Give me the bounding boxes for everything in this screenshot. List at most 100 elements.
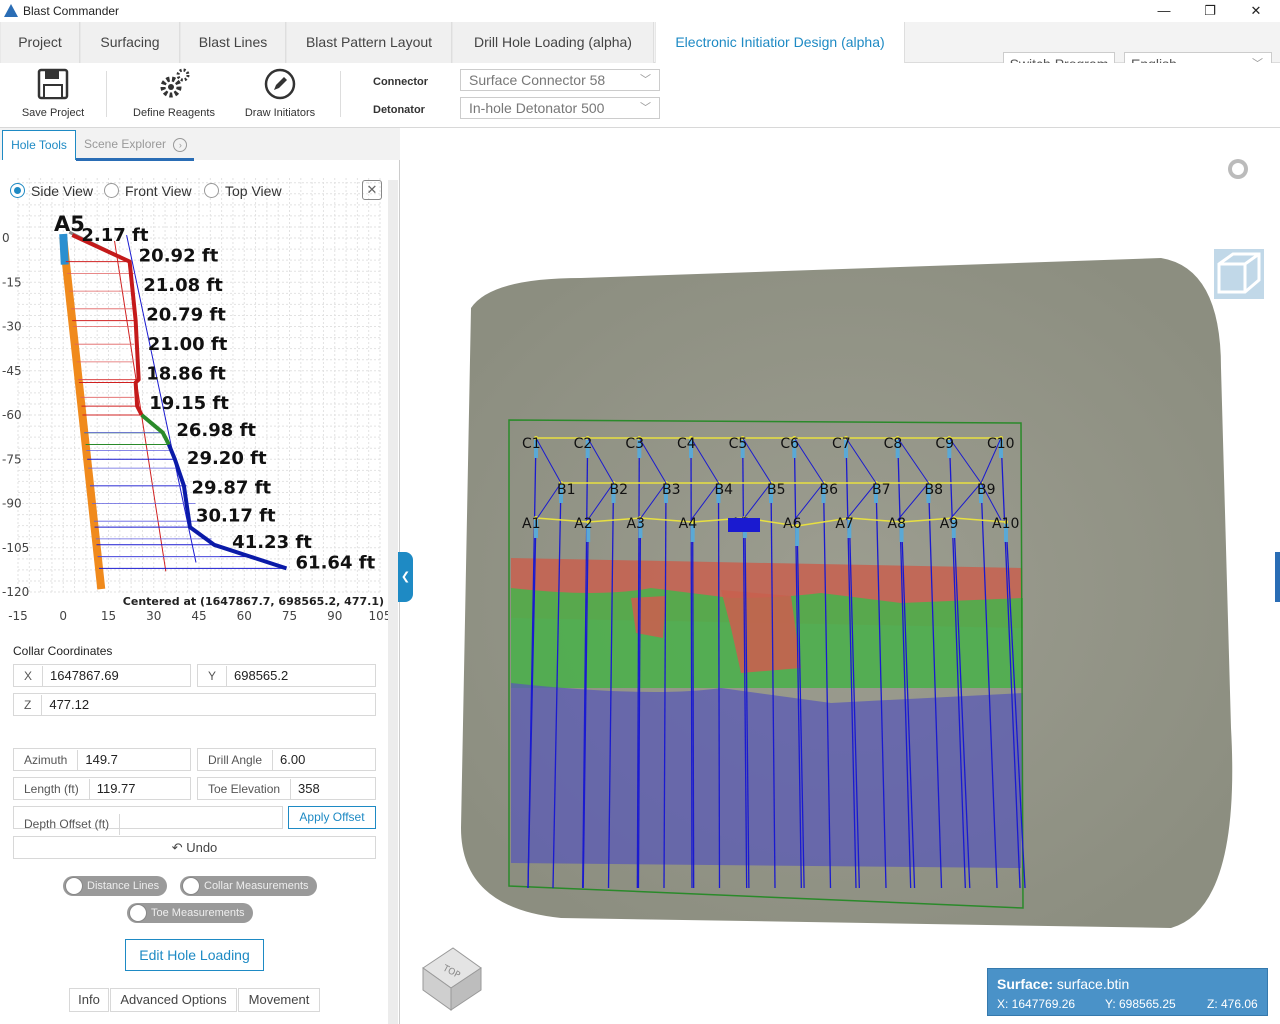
hole-label[interactable]: C6 [780,436,799,452]
front-view-radio[interactable]: Front View [104,183,192,199]
radio-dot [204,183,219,198]
hole-label[interactable]: A3 [626,516,644,532]
x-tick-label: 90 [327,609,342,623]
tab-blast-pattern-layout[interactable]: Blast Pattern Layout [286,22,452,63]
drill-angle-value: 6.00 [280,752,306,767]
y-value: 698565.2 [234,668,289,683]
undo-button[interactable]: ↶ Undo [13,836,376,859]
hole-label[interactable]: B3 [662,482,681,498]
drill-angle-field[interactable]: Drill Angle 6.00 [197,748,376,771]
hole-label[interactable]: B2 [610,482,629,498]
distance-label: 21.00 ft [148,334,228,355]
hole-label[interactable]: A9 [940,516,958,532]
hole-label[interactable]: B8 [925,482,944,498]
orbit-icon[interactable]: ↻ [1213,194,1265,238]
azimuth-field[interactable]: Azimuth 149.7 [13,748,191,771]
distance-label: 18.86 ft [146,364,226,385]
tab-blast-lines[interactable]: Blast Lines [180,22,286,63]
hole-label[interactable]: B9 [977,482,996,498]
edit-hole-loading-button[interactable]: Edit Hole Loading [125,939,264,971]
info-tab[interactable]: Info [69,988,109,1012]
blast-scene[interactable]: C1 C2 C3 C4 C5 C6 C7 C8 C9 C10 B1 B2 B3 B4 B5 B6 B7 B8 B9 A… [401,128,1280,1024]
blue-zone [511,683,1023,868]
left-tab-bar: Hole Tools Scene Explorer › [0,128,400,161]
hole-label[interactable]: C8 [884,436,903,452]
y-tick-label: -120 [2,585,29,599]
hole-label[interactable]: A2 [574,516,592,532]
minimize-button[interactable]: — [1141,0,1187,22]
length-label: Length (ft) [14,779,90,800]
x-tick-label: 30 [146,609,161,623]
toe-measurements-toggle[interactable]: Toe Measurements [127,903,253,923]
collapse-panel-button[interactable]: ❮ [398,552,413,602]
depth-offset-field[interactable]: Depth Offset (ft) [13,806,283,835]
hole-label[interactable]: B6 [820,482,839,498]
hole-label[interactable]: B5 [767,482,786,498]
apply-offset-button[interactable]: Apply Offset [288,806,376,829]
tab-scene-explorer[interactable]: Scene Explorer › [84,130,188,160]
detonator-select[interactable]: In-hole Detonator 500 ﹀ [460,97,660,119]
tab-hole-tools[interactable]: Hole Tools [2,130,76,160]
distance-lines-toggle[interactable]: Distance Lines [63,876,168,896]
toe-elevation-field[interactable]: Toe Elevation 358 [197,777,376,800]
hole-label[interactable]: A4 [679,516,698,532]
main-tab-bar: Project Surfacing Blast Lines Blast Patt… [0,22,1280,76]
distance-label: 19.15 ft [149,393,229,414]
advanced-options-tab[interactable]: Advanced Options [110,988,237,1012]
hole-label[interactable]: C7 [832,436,851,452]
close-window-button[interactable]: ✕ [1233,0,1279,22]
pencil-circle-icon [264,68,296,100]
side-view-label: Side View [31,183,94,199]
length-field[interactable]: Length (ft) 119.77 [13,777,191,800]
tab-drill-hole-loading[interactable]: Drill Hole Loading (alpha) [452,22,654,63]
top-view-radio[interactable]: Top View [204,183,282,199]
tab-surfacing[interactable]: Surfacing [80,22,180,63]
hole-label[interactable]: C2 [574,436,593,452]
wireframe-cube-icon[interactable] [1213,248,1265,300]
cursor-y: Y: 698565.25 [1105,997,1176,1011]
hole-label[interactable]: C4 [677,436,696,452]
hole-label[interactable]: B1 [557,482,576,498]
distance-label: 61.64 ft [296,553,376,574]
connector-select[interactable]: Surface Connector 58 ﹀ [460,69,660,91]
selected-hole-highlight[interactable] [728,518,760,532]
hole-label[interactable]: A8 [888,516,906,532]
3d-viewport[interactable]: C1 C2 C3 C4 C5 C6 C7 C8 C9 C10 B1 B2 B3 B4 B5 B6 B7 B8 B9 A… [401,128,1280,1024]
collar-x-field[interactable]: X 1647867.69 [13,664,191,687]
movement-tab[interactable]: Movement [238,988,320,1012]
left-panel-scrollbar[interactable] [388,180,398,1024]
right-panel-handle[interactable] [1275,552,1280,602]
hole-label[interactable]: C1 [522,436,541,452]
tab-electronic-initiator-design[interactable]: Electronic Initiatior Design (alpha) [655,22,905,64]
distance-label: 2.17 ft [81,225,149,246]
x-value: 1647867.69 [50,668,119,683]
collar-y-field[interactable]: Y 698565.2 [197,664,376,687]
tab-project[interactable]: Project [0,22,80,63]
maximize-button[interactable]: ❐ [1187,0,1233,22]
hole-label[interactable]: C3 [625,436,644,452]
collar-measurements-toggle[interactable]: Collar Measurements [180,876,317,896]
camera-icon[interactable] [1213,146,1265,186]
depth-offset-value [120,807,127,828]
hole-label[interactable]: B7 [872,482,891,498]
toe-elevation-value: 358 [298,781,320,796]
hole-label[interactable]: C5 [729,436,748,452]
close-chart-icon[interactable]: ✕ [362,180,382,200]
hole-label[interactable]: A1 [522,516,540,532]
chart-footer: Centered at (1647867.7, 698565.2, 477.1) [123,595,384,608]
collar-z-field[interactable]: Z 477.12 [13,693,376,716]
navigation-cube[interactable]: TOP [419,940,485,1014]
hole-label[interactable]: C10 [987,436,1015,452]
side-view-radio[interactable]: Side View [10,183,93,199]
hole-label[interactable]: A7 [835,516,853,532]
define-reagents-button[interactable]: Define Reagents [126,63,222,123]
hole-label[interactable]: A10 [992,516,1019,532]
draw-initiators-button[interactable]: Draw Initiators [236,63,324,123]
distance-label: 29.87 ft [191,477,271,498]
x-tick-label: 0 [59,609,67,623]
hole-label[interactable]: A6 [783,516,802,532]
hole-label[interactable]: C9 [935,436,954,452]
y-tick-label: -45 [2,364,22,378]
save-project-button[interactable]: Save Project [14,63,92,123]
hole-label[interactable]: B4 [715,482,734,498]
